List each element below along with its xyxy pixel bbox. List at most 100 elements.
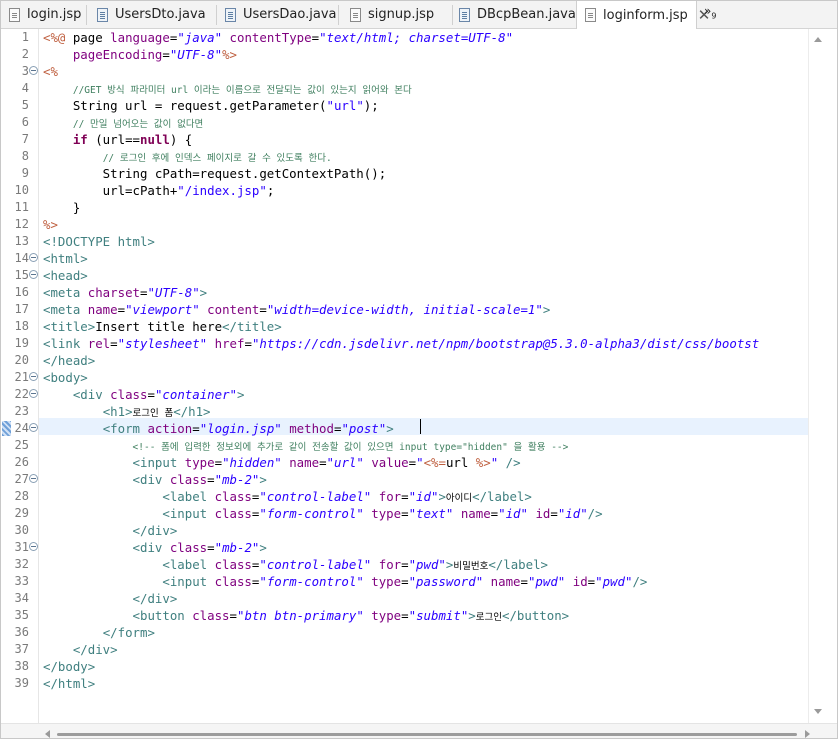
fold-toggle-icon[interactable] <box>29 270 38 279</box>
line-content: url=cPath+"/index.jsp"; <box>43 182 275 199</box>
line-number: 27 <box>14 472 29 486</box>
tab-login-jsp[interactable]: login.jsp <box>1 1 87 28</box>
fold-toggle-icon[interactable] <box>29 372 38 381</box>
tab-loginform-jsp[interactable]: loginform.jsp ✕ <box>576 1 710 29</box>
code-line[interactable]: 2 pageEncoding="UTF-8"%> <box>1 46 808 63</box>
code-line[interactable]: 37 </div> <box>1 641 808 658</box>
code-line[interactable]: 6 // 만일 넘어오는 값이 없다면 <box>1 114 808 131</box>
code-line[interactable]: 10 url=cPath+"/index.jsp"; <box>1 182 808 199</box>
tab-label: signup.jsp <box>368 7 435 22</box>
line-content: <meta name="viewport" content="width=dev… <box>43 301 550 318</box>
code-line[interactable]: 3 <% <box>1 63 808 80</box>
code-line[interactable]: 35 <button class="btn btn-primary" type=… <box>1 607 808 624</box>
scroll-left-arrow-icon[interactable] <box>45 730 50 738</box>
code-token: String cPath=request.getContextPath(); <box>43 166 387 181</box>
code-line[interactable]: 28 <label class="control-label" for="id"… <box>1 488 808 505</box>
code-line[interactable]: 8 // 로그인 후에 인덱스 페이지로 갈 수 있도록 한다. <box>1 148 808 165</box>
code-token: "java" <box>177 30 223 45</box>
line-content: <html> <box>43 250 88 267</box>
line-content: <input type="hidden" name="url" value="<… <box>43 454 521 471</box>
code-token: </label> <box>472 489 532 504</box>
line-number: 23 <box>14 404 29 418</box>
code-token: <!-- 폼에 입력한 정보외에 추가로 같이 전송할 값이 있으면 input… <box>132 442 569 453</box>
code-line[interactable]: 5 String url = request.getParameter("url… <box>1 97 808 114</box>
code-line[interactable]: 1 <%@ page language="java" contentType="t… <box>1 29 808 46</box>
code-token: </h1> <box>173 404 211 419</box>
code-token: "/index.jsp" <box>177 183 267 198</box>
code-line[interactable]: 38 </body> <box>1 658 808 675</box>
code-line[interactable]: 29 <input class="form-control" type="tex… <box>1 505 808 522</box>
code-line[interactable]: 34 </div> <box>1 590 808 607</box>
fold-toggle-icon[interactable] <box>29 542 38 551</box>
code-line[interactable]: 4 //GET 방식 파라미터 url 이라는 이름으로 전달되는 값이 있는지… <box>1 80 808 97</box>
code-token: </body> <box>43 659 96 674</box>
code-line[interactable]: 13 <!DOCTYPE html> <box>1 233 808 250</box>
code-line[interactable]: 17 <meta name="viewport" content="width=d… <box>1 301 808 318</box>
code-token: "viewport" <box>125 302 200 317</box>
code-line[interactable]: 14 <html> <box>1 250 808 267</box>
code-line[interactable]: 11 } <box>1 199 808 216</box>
tab-usersdao-java[interactable]: UsersDao.java <box>215 1 339 28</box>
line-number: 9 <box>21 166 29 180</box>
code-token: /> <box>587 506 603 521</box>
code-line[interactable]: 19 <link rel="stylesheet" href="https://c… <box>1 335 808 352</box>
fold-toggle-icon[interactable] <box>29 423 38 432</box>
line-content: </div> <box>43 641 118 658</box>
code-token: ); <box>363 98 379 113</box>
code-line[interactable]: 15 <head> <box>1 267 808 284</box>
line-number: 31 <box>14 540 29 554</box>
scroll-down-arrow-icon[interactable] <box>814 709 822 714</box>
code-line[interactable]: 23 <h1>로그인 폼</h1> <box>1 403 808 420</box>
code-line[interactable]: 24 <form action="login.jsp" method="post… <box>1 420 808 437</box>
scroll-up-arrow-icon[interactable] <box>814 37 822 42</box>
code-line[interactable]: 33 <input class="form-control" type="pas… <box>1 573 808 590</box>
code-token: "id" <box>498 506 528 521</box>
code-token: url <box>445 455 476 470</box>
code-line[interactable]: 21 <body> <box>1 369 808 386</box>
code-token: "submit" <box>408 608 469 623</box>
tab-usersdto-java[interactable]: UsersDto.java <box>87 1 217 28</box>
horizontal-scrollbar[interactable] <box>1 723 837 738</box>
code-line[interactable]: 27 <div class="mb-2"> <box>1 471 808 488</box>
line-content: pageEncoding="UTF-8"%> <box>43 46 237 63</box>
code-line[interactable]: 31 <div class="mb-2"> <box>1 539 808 556</box>
horizontal-scroll-thumb[interactable] <box>57 733 797 736</box>
scroll-right-arrow-icon[interactable] <box>805 730 810 738</box>
code-token: action <box>147 421 193 436</box>
more-tabs-button[interactable]: »9 <box>704 4 716 20</box>
code-line[interactable]: 18 <title>Insert title here</title> <box>1 318 808 335</box>
code-line[interactable]: 20 </head> <box>1 352 808 369</box>
code-line[interactable]: 30 </div> <box>1 522 808 539</box>
code-token: <%@ <box>43 30 73 45</box>
code-token: <button <box>132 608 193 623</box>
fold-toggle-icon[interactable] <box>29 389 38 398</box>
code-line[interactable]: 7 if (url==null) { <box>1 131 808 148</box>
fold-toggle-icon[interactable] <box>29 474 38 483</box>
vertical-scrollbar[interactable] <box>808 29 837 723</box>
code-token: %> <box>475 455 491 470</box>
line-number: 2 <box>21 47 29 61</box>
tab-label: DBcpBean.java <box>477 7 576 22</box>
code-line[interactable]: 9 String cPath=request.getContextPath(); <box>1 165 808 182</box>
line-content: <link rel="stylesheet" href="https://cdn… <box>43 335 759 352</box>
code-line[interactable]: 12 %> <box>1 216 808 233</box>
code-line[interactable]: 16 <meta charset="UTF-8"> <box>1 284 808 301</box>
code-token: name <box>87 302 118 317</box>
tab-dbcpbean-java[interactable]: DBcpBean.java <box>450 1 577 28</box>
code-line[interactable]: 26 <input type="hidden" name="url" value… <box>1 454 808 471</box>
fold-toggle-icon[interactable] <box>29 66 38 75</box>
code-line[interactable]: 39 </html> <box>1 675 808 692</box>
code-line[interactable]: 22 <div class="container"> <box>1 386 808 403</box>
code-token: String url = request.getParameter( <box>43 98 327 113</box>
code-editor[interactable]: 1 <%@ page language="java" contentType="t… <box>1 29 837 738</box>
code-line[interactable]: 32 <label class="control-label" for="pwd… <box>1 556 808 573</box>
code-line[interactable]: 36 </form> <box>1 624 808 641</box>
line-number: 32 <box>14 557 29 571</box>
line-number: 7 <box>21 132 29 146</box>
fold-toggle-icon[interactable] <box>29 253 38 262</box>
code-line[interactable]: 25 <!-- 폼에 입력한 정보외에 추가로 같이 전송할 값이 있으면 in… <box>1 437 808 454</box>
tab-signup-jsp[interactable]: signup.jsp <box>338 1 453 28</box>
